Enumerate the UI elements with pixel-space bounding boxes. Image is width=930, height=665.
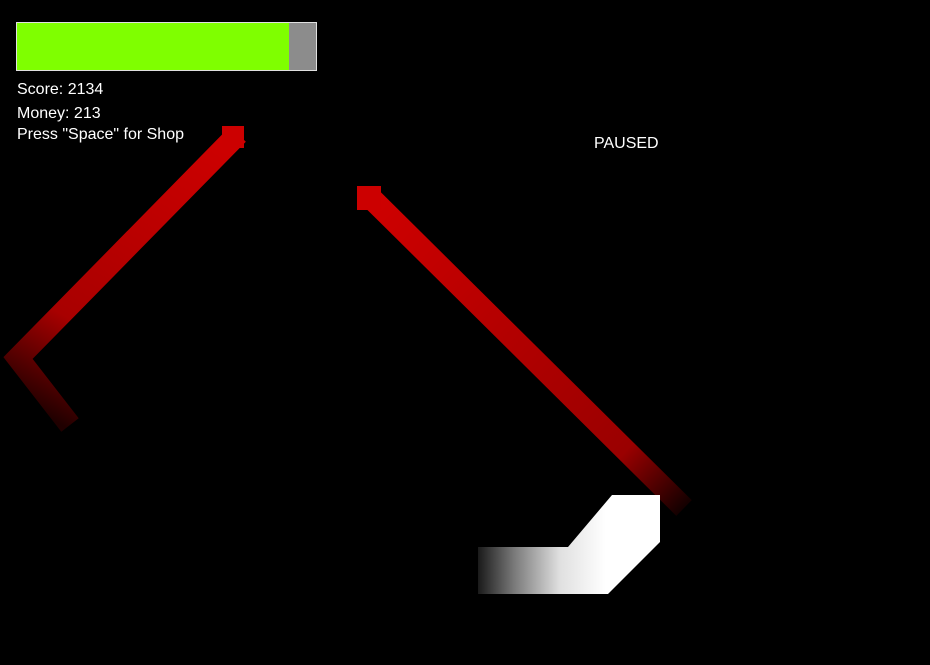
game-canvas[interactable]: Score: 2134 Money: 213 Press "Space" for… [0,0,930,665]
enemy-snake-right-body [362,189,692,516]
shop-hint-label: Press "Space" for Shop [17,126,184,143]
player-snake [478,495,660,594]
money-label: Money: 213 [17,105,101,122]
enemy-snake-right [357,186,692,516]
enemy-snake-left-head [222,126,244,148]
health-bar [16,22,317,71]
enemy-snake-right-head [357,186,381,210]
paused-label: PAUSED [594,135,659,152]
enemy-snake-left-body [3,126,246,432]
health-bar-fill [17,23,290,70]
game-world [3,126,692,594]
enemy-snake-left [3,126,246,432]
score-label: Score: 2134 [17,81,104,98]
player-snake-head [614,495,660,542]
